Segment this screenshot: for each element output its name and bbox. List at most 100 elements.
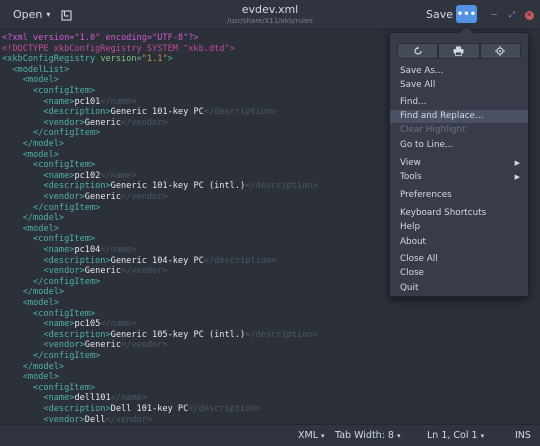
chevron-down-icon: ▾: [480, 432, 485, 440]
code-token: <configItem>: [2, 160, 96, 171]
code-token: </model>: [2, 139, 65, 149]
print-icon: [453, 46, 464, 56]
maximize-button[interactable]: ⤢: [505, 8, 519, 22]
code-line: </configItem>: [2, 128, 100, 139]
menu-item-clear-highlight: Clear Highlight: [400, 125, 466, 135]
code-token: </configItem>: [2, 351, 101, 361]
menu-item-go-to-line[interactable]: Go to Line...: [390, 139, 528, 152]
code-token: "1.1": [141, 54, 168, 65]
language-label: XML: [298, 430, 318, 441]
goto-button[interactable]: [479, 43, 521, 59]
chevron-down-icon: ▾: [46, 10, 51, 19]
code-line: <name>pc102</name>: [2, 170, 137, 182]
close-icon: ✕: [524, 10, 534, 20]
code-token: </description>: [245, 181, 318, 192]
tab-width-selector[interactable]: Tab Width: 8 ▾: [335, 429, 400, 443]
code-token: pc102: [74, 170, 101, 181]
code-token: >: [167, 54, 173, 65]
code-token: </name>: [100, 245, 137, 255]
code-token: <name>: [2, 245, 75, 255]
menu-item-help[interactable]: Help: [390, 221, 528, 234]
code-token: </name>: [100, 170, 137, 181]
code-token: <model>: [2, 75, 59, 86]
open-button[interactable]: Open ▾: [7, 5, 56, 25]
code-token: Dell: [84, 414, 106, 424]
code-token: Generic: [84, 117, 122, 128]
code-token: <configItem>: [2, 382, 96, 393]
print-button[interactable]: [438, 43, 480, 59]
window-title-area: evdev.xml /usr/share/X11/xkb/rules: [180, 3, 360, 26]
code-token: <description>: [2, 181, 111, 192]
code-line: <configItem>: [2, 86, 95, 97]
code-token: </description>: [203, 107, 277, 118]
code-token: </vendor>: [121, 117, 168, 128]
menu-item-find-and-replace[interactable]: Find and Replace...: [390, 110, 528, 123]
code-line: <modelList>: [2, 65, 69, 76]
code-token: <model>: [2, 298, 59, 308]
code-line: <description>Generic 104-key PC</descrip…: [2, 256, 276, 267]
menu-item-preferences[interactable]: Preferences: [390, 189, 528, 202]
menu-item-keyboard-shortcuts[interactable]: Keyboard Shortcuts: [390, 207, 528, 220]
code-token: </model>: [2, 213, 65, 224]
code-token: </vendor>: [121, 266, 168, 277]
more-options-icon: •••: [456, 8, 477, 20]
code-line: </configItem>: [2, 277, 100, 288]
code-line: <vendor>Generic</vendor>: [2, 266, 168, 277]
language-selector[interactable]: XML ▾: [298, 429, 325, 443]
menu-item-view[interactable]: View ▶: [390, 157, 528, 170]
hamburger-menu-button[interactable]: •••: [456, 5, 477, 23]
code-token: <vendor>: [2, 192, 85, 202]
code-token: <name>: [2, 170, 75, 181]
menu-item-close-all[interactable]: Close All: [390, 253, 528, 266]
code-token: <modelList>: [2, 64, 70, 75]
code-token: </configItem>: [2, 202, 101, 213]
code-token: <name>: [2, 96, 75, 107]
main-menu-popover: Save As... Save All Find... Find and Rep…: [389, 32, 529, 297]
code-token: </vendor>: [121, 192, 168, 202]
reload-button[interactable]: [397, 43, 439, 59]
code-line: <name>pc105</name>: [2, 319, 136, 330]
header-bar: Open ▾ evdev.xml /usr/share/X11/xkb/rule…: [0, 0, 540, 30]
cursor-position-selector[interactable]: Ln 1, Col 1 ▾: [427, 429, 484, 443]
code-line: <vendor>Dell</vendor>: [2, 415, 152, 424]
code-token: <?xml version="1.0" encoding="UTF-8"?>: [2, 33, 199, 43]
menu-item-save-all[interactable]: Save All: [390, 79, 528, 92]
chevron-right-icon: ▶: [514, 159, 520, 167]
status-bar: XML ▾ Tab Width: 8 ▾ Ln 1, Col 1 ▾ INS: [0, 424, 540, 446]
code-token: version: [95, 54, 137, 65]
new-document-icon: [60, 9, 72, 21]
code-token: Generic: [84, 340, 122, 351]
tab-width-label: Tab Width: 8: [335, 430, 394, 441]
code-line: </configItem>: [2, 203, 100, 214]
close-window-button[interactable]: ✕: [522, 8, 536, 22]
save-button[interactable]: Save: [420, 5, 459, 25]
menu-item-about[interactable]: About: [390, 236, 528, 249]
code-token: <vendor>: [2, 340, 85, 351]
code-line: <model>: [2, 372, 59, 383]
code-token: <model>: [2, 223, 59, 234]
insert-mode-indicator: INS: [515, 430, 531, 441]
minimize-button[interactable]: ‒: [487, 8, 501, 22]
code-token: </configItem>: [2, 276, 101, 287]
code-line: <vendor>Generic</vendor>: [2, 117, 168, 129]
menu-item-close[interactable]: Close: [390, 267, 528, 280]
cursor-position-label: Ln 1, Col 1: [427, 430, 478, 441]
code-token: </configItem>: [2, 128, 101, 139]
menu-item-save-as[interactable]: Save As...: [390, 65, 528, 78]
menu-item-tools[interactable]: Tools ▶: [390, 171, 528, 184]
code-line: </model>: [2, 362, 64, 373]
code-token: pc104: [74, 245, 101, 255]
code-line: <description>Generic 105-key PC (intl.)<…: [2, 329, 317, 341]
code-token: Generic 105-key PC (intl.): [110, 329, 246, 340]
code-token: <description>: [2, 329, 111, 340]
code-line: <xkbConfigRegistry version="1.1">: [2, 54, 173, 65]
code-line: <model>: [2, 75, 59, 86]
open-button-label: Open: [13, 8, 43, 21]
new-document-button[interactable]: [56, 5, 76, 25]
code-token: Generic 101-key PC (intl.): [110, 181, 246, 192]
code-line: <name>pc104</name>: [2, 245, 137, 256]
code-line: <vendor>Generic</vendor>: [2, 340, 167, 351]
menu-item-find[interactable]: Find...: [390, 96, 528, 109]
menu-item-quit[interactable]: Quit: [390, 282, 528, 295]
code-token: <description>: [2, 255, 111, 266]
